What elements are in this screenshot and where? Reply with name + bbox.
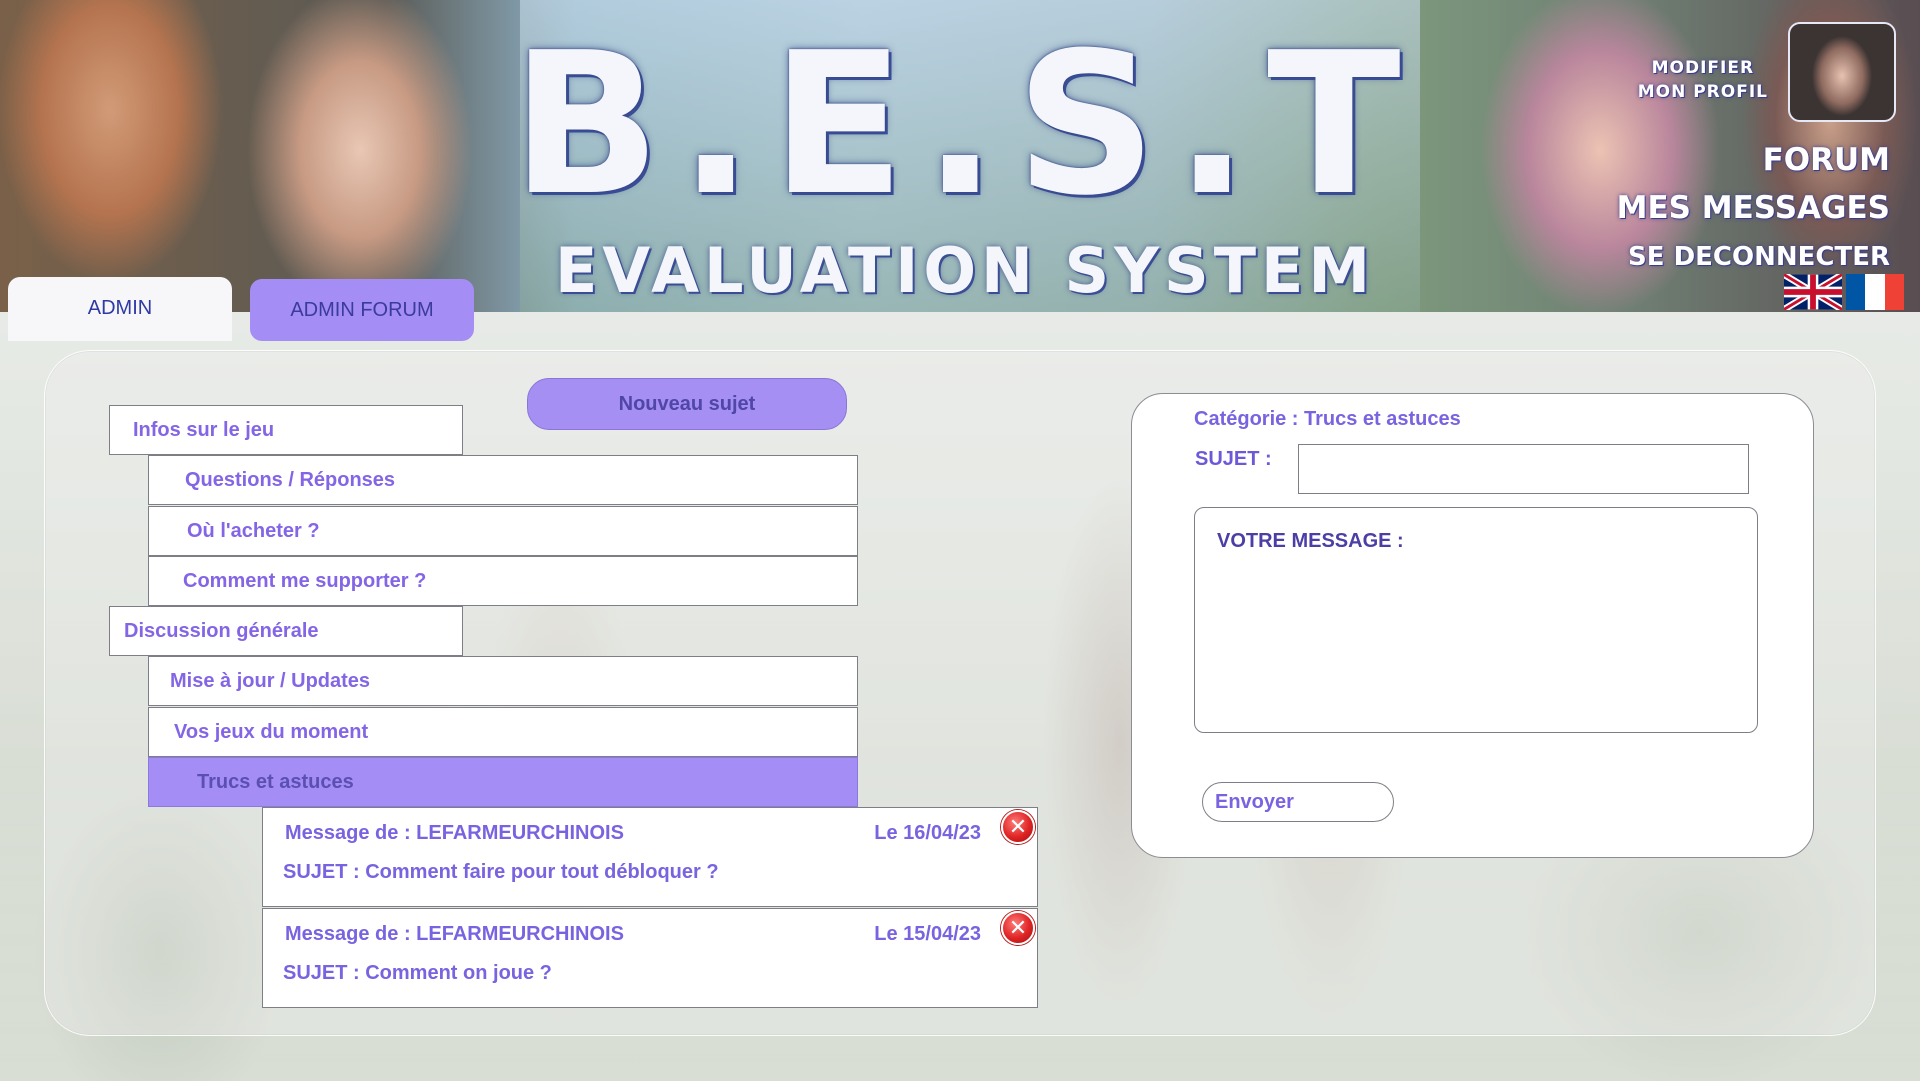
nav-messages-link[interactable]: MES MESSAGES (1617, 190, 1890, 226)
subcategory-comment-supporter[interactable]: Comment me supporter ? (148, 556, 858, 606)
nav-forum-link[interactable]: FORUM (1763, 142, 1890, 178)
subcategory-mise-a-jour[interactable]: Mise à jour / Updates (148, 656, 858, 706)
category-infos-jeu[interactable]: Infos sur le jeu (109, 405, 463, 455)
subject-label: SUJET : (1195, 448, 1272, 470)
compose-category: Catégorie : Trucs et astuces (1194, 408, 1461, 430)
category-discussion-generale[interactable]: Discussion générale (109, 606, 463, 656)
nav-logout-link[interactable]: SE DECONNECTER (1628, 242, 1890, 272)
uk-flag-icon[interactable] (1784, 274, 1842, 310)
profile-avatar[interactable] (1788, 22, 1896, 122)
message-date: Le 16/04/23 (874, 822, 981, 844)
logo-title: B.E.S.T (511, 11, 1419, 239)
message-sender: Message de : LEFARMEURCHINOIS (285, 923, 624, 945)
subcategory-questions-reponses[interactable]: Questions / Réponses (148, 455, 858, 505)
message-subject: SUJET : Comment on joue ? (283, 962, 552, 984)
message-item[interactable]: Message de : LEFARMEURCHINOIS Le 15/04/2… (262, 908, 1038, 1008)
message-date: Le 15/04/23 (874, 923, 981, 945)
message-item[interactable]: Message de : LEFARMEURCHINOIS Le 16/04/2… (262, 807, 1038, 907)
subject-input[interactable] (1298, 444, 1749, 494)
modify-profile-line1: MODIFIER (1651, 58, 1755, 78)
close-circle-icon[interactable]: ✕ (1001, 911, 1035, 945)
compose-panel: Catégorie : Trucs et astuces SUJET : Env… (1131, 393, 1814, 858)
close-circle-icon[interactable]: ✕ (1001, 810, 1035, 844)
message-subject: SUJET : Comment faire pour tout débloque… (283, 861, 719, 883)
subcategory-trucs-astuces[interactable]: Trucs et astuces (148, 757, 858, 807)
new-topic-button[interactable]: Nouveau sujet (527, 378, 847, 430)
subcategory-ou-acheter[interactable]: Où l'acheter ? (148, 506, 858, 556)
modify-profile-link[interactable]: MODIFIER MON PROFIL (1638, 56, 1768, 104)
header-banner: B.E.S.T EVALUATION SYSTEM MODIFIER MON P… (0, 0, 1920, 312)
send-button[interactable]: Envoyer (1202, 782, 1394, 822)
logo-subtitle: EVALUATION SYSTEM (554, 234, 1376, 307)
message-sender: Message de : LEFARMEURCHINOIS (285, 822, 624, 844)
fr-flag-icon[interactable] (1846, 274, 1904, 310)
tab-admin-forum[interactable]: ADMIN FORUM (250, 279, 474, 341)
tab-admin[interactable]: ADMIN (8, 277, 232, 341)
message-textarea[interactable] (1194, 507, 1758, 733)
modify-profile-line2: MON PROFIL (1637, 82, 1768, 102)
subcategory-vos-jeux[interactable]: Vos jeux du moment (148, 707, 858, 757)
